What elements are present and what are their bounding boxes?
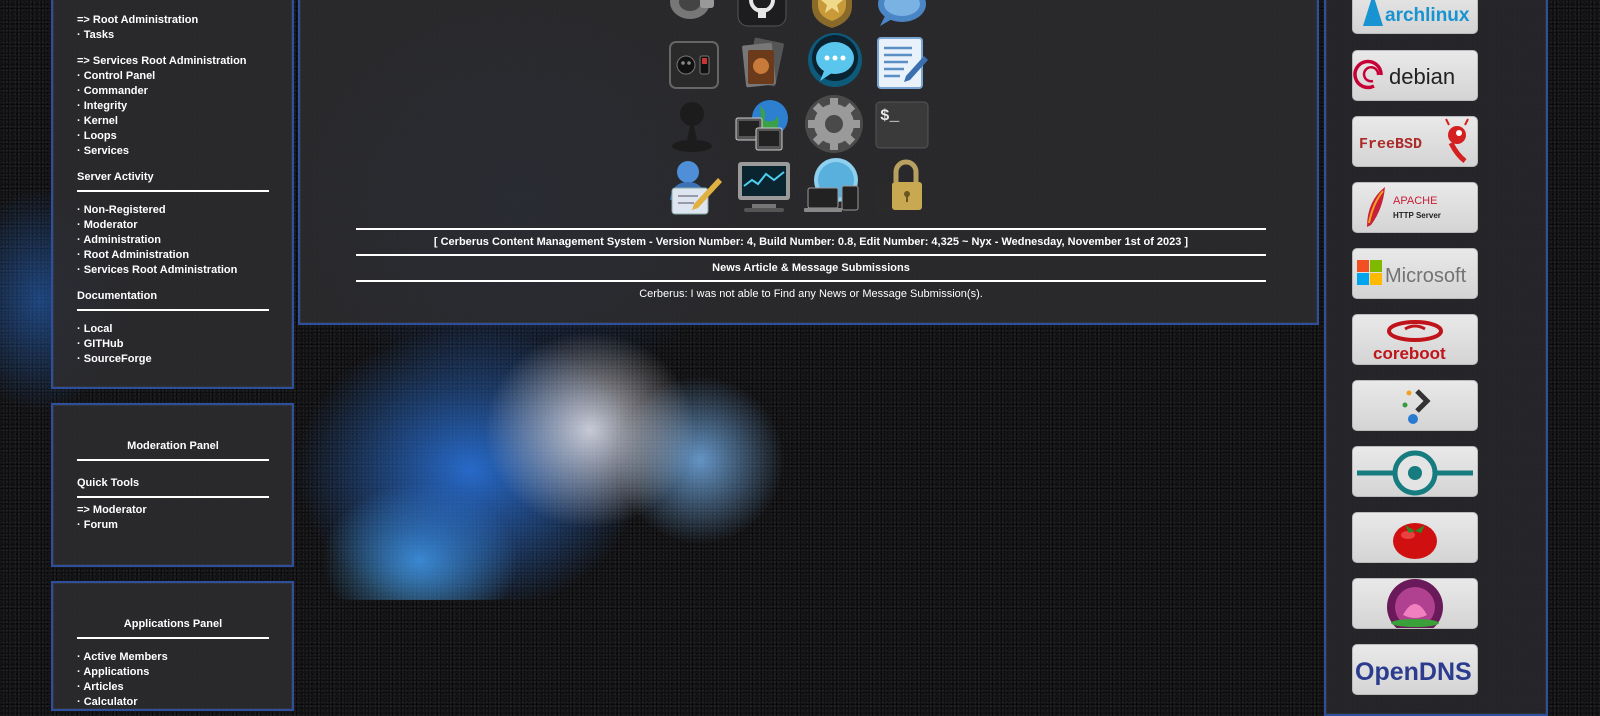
divider <box>356 228 1266 230</box>
activity-services-root-administration-link[interactable]: Services Root Administration <box>77 263 269 278</box>
applications-panel: Applications Panel Active Members Applic… <box>51 581 294 711</box>
microsoft-logo-text: Microsoft <box>1385 265 1467 287</box>
commander-link[interactable]: Commander <box>77 84 269 99</box>
server-activity-heading: Server Activity <box>77 171 154 183</box>
settings-gear-icon[interactable] <box>804 94 863 153</box>
freebsd-logo-text: FreeBSD <box>1359 136 1422 153</box>
debian-icon[interactable]: debian <box>1352 50 1478 101</box>
applications-panel-title: Applications Panel <box>123 618 223 630</box>
quick-tools-heading: Quick Tools <box>77 477 140 489</box>
apache-logo-subtext: HTTP Server <box>1393 211 1441 220</box>
photos-icon[interactable] <box>734 36 790 92</box>
prompt-icon[interactable] <box>1352 380 1478 431</box>
lotus-icon[interactable] <box>1352 578 1478 629</box>
moderator-link[interactable]: => Moderator <box>77 503 269 518</box>
loops-link[interactable]: Loops <box>77 129 269 144</box>
applications-list: Applications Panel Active Members Applic… <box>77 617 269 710</box>
network-globe-icon[interactable] <box>734 96 790 152</box>
archlinux-icon[interactable]: archlinux <box>1352 0 1478 34</box>
services-link[interactable]: Services <box>77 144 269 159</box>
lock-icon[interactable] <box>874 158 930 214</box>
root-administration-link[interactable]: => Root Administration <box>77 13 269 28</box>
lineageos-icon[interactable] <box>1352 446 1478 497</box>
terminal-glyph: $_ <box>880 107 900 125</box>
forum-link[interactable]: Forum <box>77 518 269 533</box>
integrity-link[interactable]: Integrity <box>77 99 269 114</box>
badge-icon[interactable] <box>804 0 860 30</box>
news-submissions-heading: News Article & Message Submissions <box>712 262 910 274</box>
active-members-link[interactable]: Active Members <box>77 650 269 665</box>
kernel-link[interactable]: Kernel <box>77 114 269 129</box>
activity-administration-link[interactable]: Administration <box>77 233 269 248</box>
documentation-local-link[interactable]: Local <box>77 322 269 337</box>
debian-logo-text: debian <box>1389 64 1455 89</box>
documentation-heading: Documentation <box>77 290 158 302</box>
apache-logo-text: APACHE <box>1393 195 1437 207</box>
user-edit-icon[interactable] <box>664 158 722 215</box>
apache-icon[interactable]: APACHE HTTP Server <box>1352 182 1478 233</box>
moderation-panel-title: Moderation Panel <box>127 440 219 452</box>
moderation-list: Moderation Panel Quick Tools => Moderato… <box>77 439 269 533</box>
opendns-icon[interactable]: OpenDNS <box>1352 644 1478 695</box>
main-content-panel: $_ [ Cerberus Content Management System … <box>298 0 1319 325</box>
navigation-list: => Root Administration Tasks => Services… <box>77 0 269 367</box>
navigation-panel: => Root Administration Tasks => Services… <box>51 0 294 389</box>
activity-root-administration-link[interactable]: Root Administration <box>77 248 269 263</box>
technology-icon-panel: archlinux debian FreeBSD APACHE HTTP Serv… <box>1324 0 1548 716</box>
devices-globe-icon[interactable] <box>804 156 860 212</box>
version-info-text: [ Cerberus Content Management System - V… <box>433 236 1189 248</box>
activity-moderator-link[interactable]: Moderator <box>77 218 269 233</box>
user-silhouette-icon[interactable] <box>664 96 720 152</box>
documentation-github-link[interactable]: GITHub <box>77 337 269 352</box>
moderation-panel: Moderation Panel Quick Tools => Moderato… <box>51 403 294 567</box>
services-root-administration-link[interactable]: => Services Root Administration <box>77 54 269 69</box>
activity-non-registered-link[interactable]: Non-Registered <box>77 203 269 218</box>
control-panel-link[interactable]: Control Panel <box>77 69 269 84</box>
microsoft-icon[interactable]: Microsoft <box>1352 248 1478 299</box>
coreboot-logo-text: coreboot <box>1373 344 1446 363</box>
text-edit-icon[interactable] <box>874 34 930 90</box>
tasks-link[interactable]: Tasks <box>77 28 269 43</box>
articles-link[interactable]: Articles <box>77 680 269 695</box>
divider <box>356 254 1266 256</box>
applications-link[interactable]: Applications <box>77 665 269 680</box>
terminal-icon[interactable]: $_ <box>874 98 930 154</box>
news-empty-message: Cerberus: I was not able to Find any New… <box>639 288 983 300</box>
monitor-icon[interactable] <box>736 160 792 216</box>
opendns-logo-text: OpenDNS <box>1355 658 1472 686</box>
divider <box>356 280 1266 282</box>
calculator-link[interactable]: Calculator <box>77 695 269 710</box>
coreboot-icon[interactable]: coreboot <box>1352 314 1478 365</box>
chat-bubble-icon[interactable] <box>804 31 862 87</box>
freebsd-icon[interactable]: FreeBSD <box>1352 116 1478 167</box>
speaker-icon[interactable] <box>664 0 720 30</box>
github-icon[interactable] <box>734 0 790 30</box>
chat-bird-icon[interactable] <box>874 0 930 30</box>
archlinux-logo-text: archlinux <box>1385 5 1470 26</box>
power-panel-icon[interactable] <box>666 36 722 92</box>
documentation-sourceforge-link[interactable]: SourceForge <box>77 352 269 367</box>
tomato-icon[interactable] <box>1352 512 1478 563</box>
